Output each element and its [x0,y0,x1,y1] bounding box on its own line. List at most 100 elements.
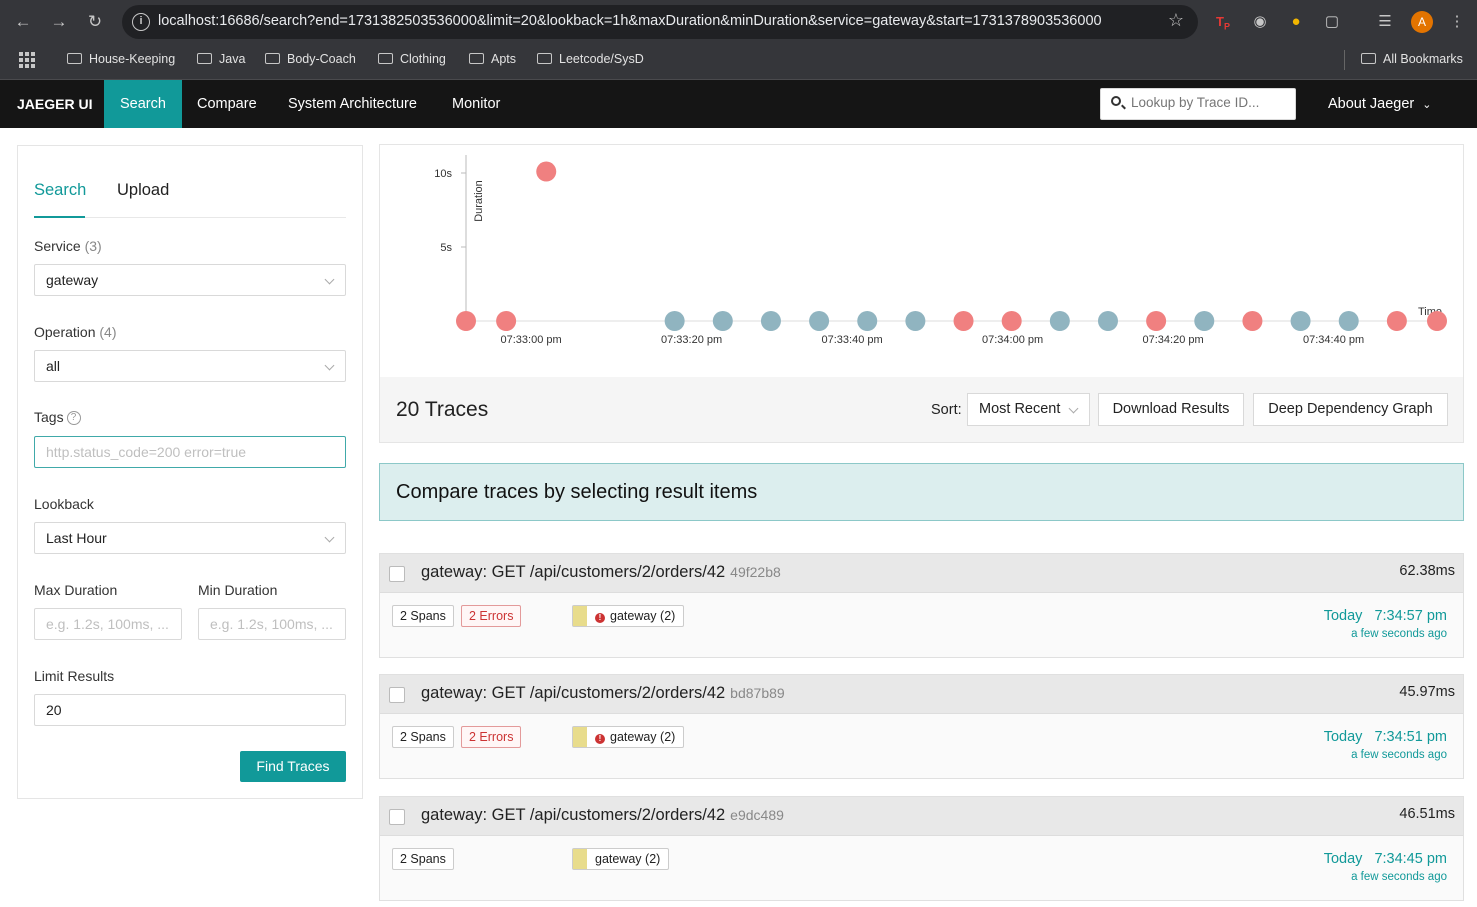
bookmarks-divider [1344,50,1345,70]
brand-logo[interactable]: JAEGER UI [1,80,108,128]
trace-point[interactable] [1290,311,1311,331]
back-arrow-icon[interactable]: ← [11,10,35,34]
trace-scatter-plot: Duration Time 5s 10s 07:33:00 pm 07:33:20 … [379,144,1464,378]
min-duration-input[interactable] [198,608,346,640]
site-info-icon[interactable]: i [132,13,150,31]
trace-relative-time: a few seconds ago [1351,871,1447,883]
trace-point[interactable] [1049,311,1070,331]
trace-point[interactable] [712,311,733,331]
trace-point-error[interactable] [456,311,476,331]
trace-duration: 62.38ms [1399,563,1455,579]
bookmark-folder[interactable]: Apts [469,52,516,66]
trace-point-error[interactable] [536,161,557,182]
trace-id-input[interactable] [1129,94,1289,111]
trace-card-header[interactable]: gateway: GET /api/customers/2/orders/42 b… [380,675,1463,714]
help-icon[interactable]: ? [66,411,81,425]
trace-point-error[interactable] [1242,311,1263,331]
trace-select-checkbox[interactable] [389,566,405,582]
find-traces-button[interactable]: Find Traces [240,751,346,782]
trace-card-header[interactable]: gateway: GET /api/customers/2/orders/42 e… [380,797,1463,836]
trace-start-time: Today 7:34:57 pm [1323,608,1447,624]
trace-select-checkbox[interactable] [389,809,405,825]
x-tick-label: 07:33:00 pm [501,334,562,346]
menu-kebab-icon[interactable]: ⋮ [1446,11,1468,33]
profile-avatar[interactable]: A [1411,11,1433,33]
operation-select[interactable]: all [34,350,346,382]
nav-monitor[interactable]: Monitor [436,80,516,128]
deep-dependency-graph-button[interactable]: Deep Dependency Graph [1253,393,1448,426]
trace-point[interactable] [857,311,878,331]
extensions-puzzle-icon[interactable]: ▢ [1321,11,1343,33]
trace-title[interactable]: gateway: GET /api/customers/2/orders/42 4… [421,563,781,582]
nav-compare[interactable]: Compare [181,80,273,128]
span-count-tag: 2 Spans [392,605,454,627]
active-tab-indicator [34,216,85,218]
span-count-tag: 2 Spans [392,726,454,748]
extension-lock-icon[interactable]: ● [1285,11,1307,33]
sort-label: Sort: [931,402,962,418]
bookmark-folder[interactable]: Leetcode/SysD [537,52,644,66]
trace-point[interactable] [664,311,685,331]
service-select[interactable]: gateway [34,264,346,296]
trace-title[interactable]: gateway: GET /api/customers/2/orders/42 e… [421,806,784,825]
tags-input[interactable] [34,436,346,468]
trace-start-time: Today 7:34:45 pm [1323,851,1447,867]
trace-result-card[interactable]: gateway: GET /api/customers/2/orders/42 e… [379,796,1464,901]
trace-id: bd87b89 [730,685,785,701]
address-bar[interactable]: i localhost:16686/search?end=17313825035… [122,5,1198,39]
x-tick-label: 07:33:20 pm [661,334,722,346]
trace-result-card[interactable]: gateway: GET /api/customers/2/orders/42 b… [379,674,1464,779]
tab-search[interactable]: Search [34,181,86,200]
download-results-button[interactable]: Download Results [1098,393,1244,426]
service-color-swatch [573,849,587,869]
trace-point[interactable] [809,311,830,331]
bookmark-folder[interactable]: Body-Coach [265,52,356,66]
trace-point-error[interactable] [953,311,974,331]
sort-select[interactable]: Most Recent [967,393,1090,426]
bookmark-folder[interactable]: House-Keeping [67,52,175,66]
url-text[interactable]: localhost:16686/search?end=1731382503536… [158,13,1102,29]
y-tick-label: 5s [440,242,452,254]
trace-point-error[interactable] [1146,311,1167,331]
nav-system-architecture[interactable]: System Architecture [272,80,433,128]
trace-card-header[interactable]: gateway: GET /api/customers/2/orders/42 4… [380,554,1463,593]
service-color-swatch [573,727,587,747]
folder-icon [197,53,212,64]
browser-toolbar: ← → ↻ i localhost:16686/search?end=17313… [0,0,1477,44]
extension-cookie-icon[interactable]: ◉ [1249,11,1271,33]
trace-point-error[interactable] [1386,311,1407,331]
chevron-down-icon [1068,403,1079,414]
extension-tp-icon[interactable]: TP [1212,11,1234,33]
folder-icon [537,53,552,64]
apps-grid-icon[interactable] [19,52,35,68]
bookmark-folder[interactable]: Java [197,52,245,66]
chevron-down-icon [324,360,335,371]
all-bookmarks[interactable]: All Bookmarks [1361,52,1463,66]
scatter-chart: Duration Time 5s10s 07:33:00 pm 07:33:20 … [434,155,1447,346]
nav-search[interactable]: Search [104,80,182,128]
trace-result-card[interactable]: gateway: GET /api/customers/2/orders/42 4… [379,553,1464,658]
media-control-icon[interactable]: ☰ [1374,11,1396,33]
limit-results-input[interactable] [34,694,346,726]
reload-icon[interactable]: ↻ [83,10,107,34]
trace-point-error[interactable] [1001,311,1022,331]
tab-upload[interactable]: Upload [117,181,169,200]
bookmark-star-icon[interactable]: ☆ [1168,10,1184,31]
trace-point[interactable] [905,311,926,331]
service-tag: ! gateway (2) [572,726,685,748]
trace-point[interactable] [1097,311,1118,331]
trace-select-checkbox[interactable] [389,687,405,703]
max-duration-input[interactable] [34,608,182,640]
trace-id-lookup[interactable] [1100,88,1296,120]
forward-arrow-icon[interactable]: → [47,10,71,34]
trace-point[interactable] [1338,311,1359,331]
bookmark-folder[interactable]: Clothing [378,52,446,66]
trace-point-error[interactable] [496,311,517,331]
trace-point[interactable] [1194,311,1215,331]
y-axis-label: Duration [473,180,485,222]
trace-point-error[interactable] [1427,311,1447,331]
trace-title[interactable]: gateway: GET /api/customers/2/orders/42 b… [421,684,785,703]
trace-point[interactable] [760,311,781,331]
about-jaeger-menu[interactable]: About Jaeger ⌄ [1328,80,1432,128]
lookback-select[interactable]: Last Hour [34,522,346,554]
